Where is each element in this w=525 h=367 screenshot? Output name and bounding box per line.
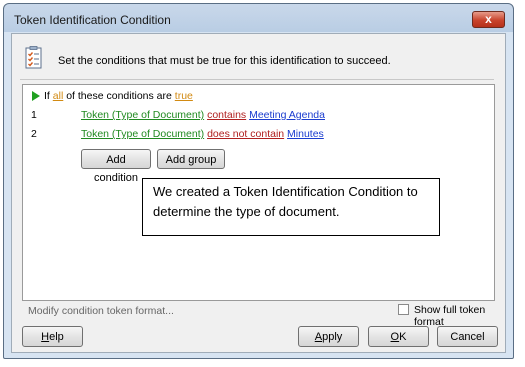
annotation-callout: We created a Token Identification Condit… <box>142 178 440 236</box>
ok-mnemonic: O <box>390 331 400 343</box>
checklist-icon <box>25 46 42 69</box>
modify-token-format-link[interactable]: Modify condition token format... <box>28 305 174 317</box>
close-button[interactable]: x <box>472 11 505 28</box>
show-full-token-format-checkbox[interactable] <box>398 304 409 315</box>
value-link[interactable]: Minutes <box>287 128 324 140</box>
apply-label: pply <box>322 331 343 343</box>
add-group-button[interactable]: Add group <box>157 149 225 169</box>
conditions-are-label: of these conditions are <box>66 90 172 102</box>
token-link[interactable]: Token (Type of Document) <box>81 128 204 140</box>
operator-link[interactable]: does not contain <box>207 128 284 140</box>
condition-row-number: 2 <box>31 128 37 140</box>
ok-button[interactable]: OK <box>368 326 429 347</box>
header-instruction: Set the conditions that must be true for… <box>58 55 391 67</box>
header-divider <box>20 79 494 80</box>
truth-value-link[interactable]: true <box>175 90 193 102</box>
condition-row: Token (Type of Document) does not contai… <box>81 128 324 140</box>
if-label: If <box>44 90 50 102</box>
apply-mnemonic: A <box>314 331 323 343</box>
add-condition-button[interactable]: Add condition <box>81 149 151 184</box>
title-bar: Token Identification Condition x <box>4 4 513 32</box>
help-mnemonic: H <box>41 331 50 343</box>
callout-text: We created a Token Identification Condit… <box>153 184 418 219</box>
apply-button[interactable]: Apply <box>298 326 359 347</box>
close-icon: x <box>485 12 492 26</box>
condition-row-number: 1 <box>31 109 37 121</box>
ok-label: K <box>399 331 407 343</box>
quantifier-link[interactable]: all <box>53 90 64 102</box>
token-link[interactable]: Token (Type of Document) <box>81 109 204 121</box>
operator-link[interactable]: contains <box>207 109 246 121</box>
value-link[interactable]: Meeting Agenda <box>249 109 325 121</box>
help-button[interactable]: Help <box>22 326 83 347</box>
show-full-token-format-label: Show full token format <box>414 304 486 328</box>
play-icon[interactable] <box>32 91 40 101</box>
condition-row: Token (Type of Document) contains Meetin… <box>81 109 325 121</box>
help-label: elp <box>49 331 64 343</box>
cancel-button[interactable]: Cancel <box>437 326 498 347</box>
window-title: Token Identification Condition <box>14 13 171 27</box>
condition-root-line: If all of these conditions are true <box>44 90 193 102</box>
